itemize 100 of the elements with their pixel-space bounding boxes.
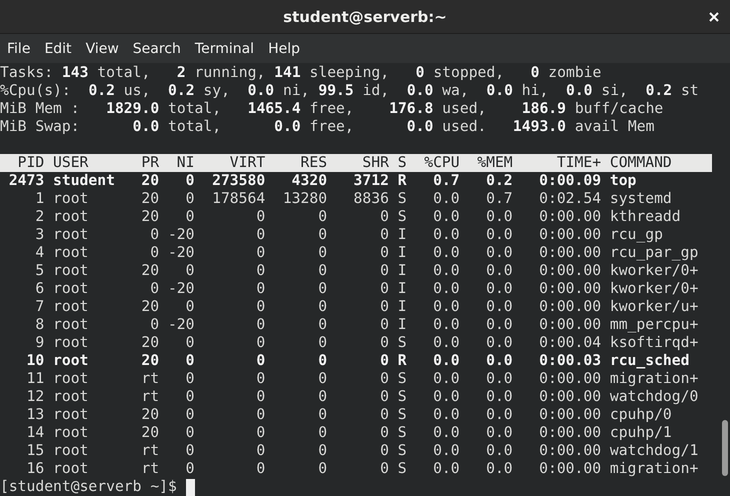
table-cell-text: 2 — [34, 208, 44, 226]
table-cell-text: root — [53, 388, 90, 406]
table-cell: I — [398, 262, 407, 280]
table-cell-text: 0 — [255, 370, 266, 388]
table-cell: I — [398, 226, 407, 244]
table-cell-text: 0.0 — [485, 388, 513, 406]
table-cell: R — [398, 352, 407, 370]
table-cell-text: kthreadd — [610, 208, 682, 226]
table-cell: S — [398, 334, 407, 352]
table-cell-text: 0:00.00 — [538, 298, 602, 316]
table-cell-text: 0 — [317, 244, 328, 262]
table-cell-text: 0 — [317, 442, 328, 460]
table-cell-text: 0 — [255, 316, 266, 334]
table-cell-text: 178564 — [211, 190, 266, 208]
table-cell-text: 0:00.00 — [538, 424, 602, 442]
table-cell-text: 12 — [26, 388, 44, 406]
menu-item[interactable]: File — [0, 40, 36, 56]
table-cell-text: 6 — [34, 280, 44, 298]
table-cell-text: systemd — [610, 190, 673, 208]
table-cell-text: 0 — [317, 352, 328, 370]
menu-item[interactable]: Terminal — [188, 40, 260, 56]
table-cell-text: 0 — [184, 262, 194, 280]
table-cell-text: 0 — [255, 280, 266, 298]
table-cell-text: 20 — [140, 208, 160, 226]
table-cell-text: rt — [140, 370, 160, 388]
table-cell-text: 0 — [317, 388, 328, 406]
scrollbar-thumb[interactable] — [722, 420, 728, 476]
table-cell-text: 0 — [317, 406, 328, 424]
table-cell-text: 3712 — [352, 172, 389, 190]
column-header: PID — [16, 154, 44, 172]
table-cell-text: 0:00.00 — [538, 244, 602, 262]
table-cell: S — [398, 208, 407, 226]
table-cell-text: 8836 — [352, 190, 389, 208]
table-cell-text: 0.0 — [485, 442, 513, 460]
table-cell-text: 0 — [317, 370, 328, 388]
table-cell-text: 0.0 — [485, 280, 513, 298]
table-cell-text: 0 — [255, 442, 266, 460]
table-cell-text: 0 — [149, 226, 160, 244]
table-cell-text: 0:00.03 — [538, 352, 602, 370]
table-cell-text: 0 — [379, 370, 389, 388]
column-header: VIRT — [228, 154, 266, 172]
table-cell-text: 0 — [317, 424, 328, 442]
table-cell-text: 0 — [379, 406, 389, 424]
menu-item[interactable]: View — [78, 40, 125, 56]
table-cell-text: 0.0 — [432, 370, 460, 388]
summary-line: MiB Swap: 0.0 total, 0.0 free, 0.0 used. 1493.0 avail Mem — [0, 118, 656, 136]
table-cell-text: 0.0 — [485, 244, 513, 262]
table-cell-text: 0 — [379, 280, 389, 298]
table-cell-text: 0.2 — [485, 172, 513, 190]
summary-line: MiB Mem : 1829.0 total, 1465.4 free, 176.8 used, 186.9 buff/cache — [0, 100, 664, 118]
table-cell-text: 0:00.00 — [538, 370, 602, 388]
table-cell-text: root — [53, 406, 90, 424]
table-cell-text: 0 — [379, 262, 389, 280]
table-cell-text: 0:00.00 — [538, 316, 602, 334]
menu-item[interactable]: Search — [126, 40, 187, 56]
table-cell-text: 0.0 — [432, 190, 460, 208]
table-cell: S — [398, 460, 407, 478]
table-cell-text: 0.7 — [485, 190, 513, 208]
column-header: TIME+ — [556, 154, 602, 172]
table-cell-text: 0 — [184, 424, 194, 442]
table-cell-text: 0:00.00 — [538, 262, 602, 280]
table-cell: S — [398, 388, 407, 406]
table-cell-text: 0.0 — [485, 262, 513, 280]
table-cell-text: rcu_sched — [610, 352, 690, 370]
table-cell-text: 0 — [184, 442, 194, 460]
table-cell-text: 0 — [184, 298, 194, 316]
table-cell-text: 0.0 — [432, 280, 460, 298]
table-cell-text: 0 — [255, 208, 266, 226]
table-cell-text: 0 — [379, 388, 389, 406]
table-cell-text: 0 — [255, 334, 266, 352]
table-cell-text: 0.0 — [432, 388, 460, 406]
table-cell-text: 0.0 — [432, 442, 460, 460]
table-cell-text: 0.0 — [485, 334, 513, 352]
table-cell-text: 0:00.00 — [538, 406, 602, 424]
table-cell-text: 0.0 — [485, 352, 513, 370]
table-cell-text: 20 — [140, 298, 160, 316]
table-cell-text: 0.0 — [432, 352, 460, 370]
column-header: USER — [53, 154, 90, 172]
table-cell-text: root — [53, 208, 90, 226]
table-cell-text: root — [53, 370, 90, 388]
table-cell-text: 0 — [317, 334, 328, 352]
table-cell-text: 20 — [140, 334, 160, 352]
table-cell-text: 0 — [255, 388, 266, 406]
table-cell-text: 0 — [184, 460, 194, 478]
menu-item[interactable]: Edit — [37, 40, 78, 56]
table-cell-text: 0.0 — [432, 244, 460, 262]
table-cell: -20 — [168, 244, 194, 262]
table-cell: migration+ — [610, 460, 698, 478]
column-header: COMMAND — [610, 154, 673, 172]
menu-item[interactable]: Help — [261, 40, 306, 56]
table-cell-text: root — [53, 262, 90, 280]
table-cell: rcu_par_gp — [610, 244, 698, 262]
table-cell-text: 20 — [140, 172, 160, 190]
table-cell-text: root — [53, 298, 90, 316]
table-cell-text: 0 — [317, 208, 328, 226]
table-cell-text: root — [53, 280, 90, 298]
table-cell: I — [398, 316, 407, 334]
table-cell-text: 20 — [140, 406, 160, 424]
table-cell-text: 0.0 — [432, 406, 460, 424]
table-cell-text: 4 — [34, 244, 44, 262]
